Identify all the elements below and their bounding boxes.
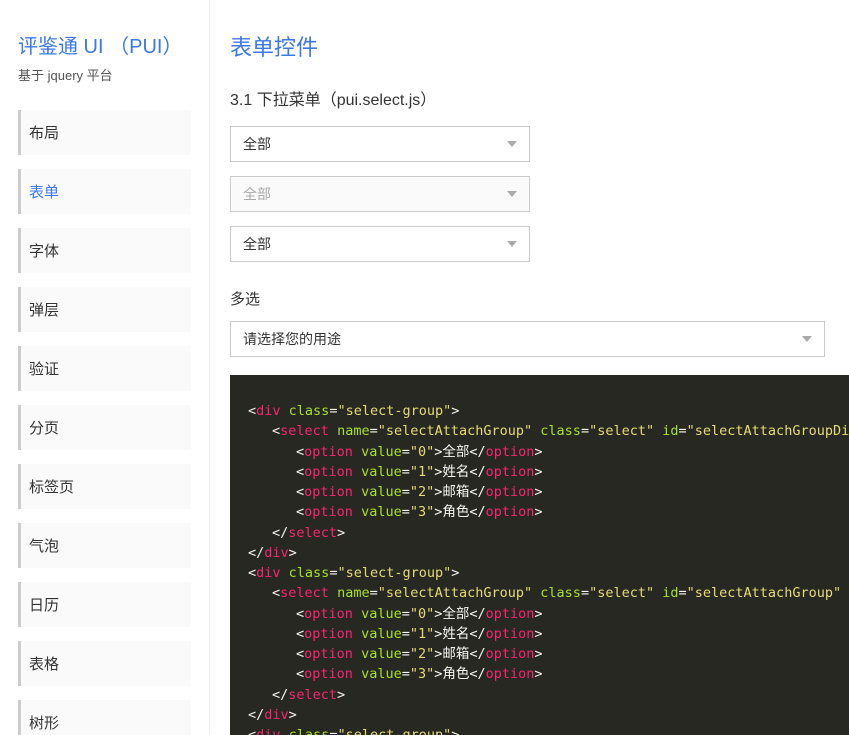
select-value: 全部 [243, 234, 271, 254]
select-all-1[interactable]: 全部 [230, 126, 530, 162]
sidebar-item-5[interactable]: 分页 [18, 405, 191, 450]
page-title: 表单控件 [230, 30, 849, 62]
brand-title: 评鉴通 UI （PUI） [18, 30, 191, 59]
select-group-multi: 请选择您的用途 [230, 321, 849, 357]
sidebar-nav: 布局表单字体弹层验证分页标签页气泡日历表格树形CSS [18, 110, 191, 735]
sidebar-item-0[interactable]: 布局 [18, 110, 191, 155]
chevron-down-icon [507, 241, 517, 247]
sidebar-item-10[interactable]: 树形 [18, 700, 191, 735]
select-all-disabled: 全部 [230, 176, 530, 212]
sidebar-item-7[interactable]: 气泡 [18, 523, 191, 568]
sidebar-item-4[interactable]: 验证 [18, 346, 191, 391]
chevron-down-icon [802, 336, 812, 342]
sidebar-item-9[interactable]: 表格 [18, 641, 191, 686]
sidebar-item-2[interactable]: 字体 [18, 228, 191, 273]
select-all-3[interactable]: 全部 [230, 226, 530, 262]
multi-select-usage[interactable]: 请选择您的用途 [230, 321, 825, 357]
select-group-2: 全部 [230, 176, 849, 212]
select-group-1: 全部 [230, 126, 849, 162]
brand-subtitle: 基于 jquery 平台 [18, 65, 191, 84]
chevron-down-icon [507, 191, 517, 197]
code-example: <div class="select-group"><select name="… [230, 375, 849, 735]
select-group-3: 全部 [230, 226, 849, 262]
select-placeholder: 请选择您的用途 [243, 329, 341, 349]
sidebar-item-8[interactable]: 日历 [18, 582, 191, 627]
sidebar-item-1[interactable]: 表单 [18, 169, 191, 214]
sidebar: 评鉴通 UI （PUI） 基于 jquery 平台 布局表单字体弹层验证分页标签… [0, 0, 210, 735]
sidebar-item-3[interactable]: 弹层 [18, 287, 191, 332]
main-content: 表单控件 3.1 下拉菜单（pui.select.js） 全部 全部 全部 多选… [210, 0, 849, 735]
multi-select-label: 多选 [230, 288, 849, 309]
sidebar-item-6[interactable]: 标签页 [18, 464, 191, 509]
section-title: 3.1 下拉菜单（pui.select.js） [230, 86, 849, 110]
select-value: 全部 [243, 134, 271, 154]
select-value: 全部 [243, 184, 271, 204]
chevron-down-icon [507, 141, 517, 147]
